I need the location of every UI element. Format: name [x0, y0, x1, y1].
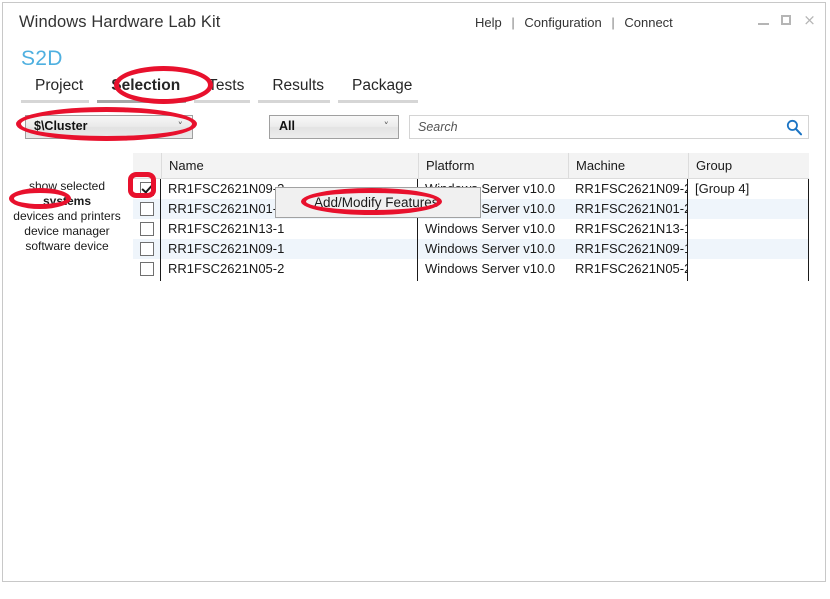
row-checkbox[interactable]	[140, 262, 154, 276]
tab-results-underline	[258, 100, 330, 103]
tab-package-underline	[338, 100, 418, 103]
table-row[interactable]: RR1FSC2621N13-1 Windows Server v10.0 RR1…	[133, 219, 809, 239]
cell-machine: RR1FSC2621N01-2	[568, 199, 688, 219]
cell-group	[688, 219, 809, 239]
configuration-link[interactable]: Configuration	[524, 15, 601, 30]
column-header-name[interactable]: Name	[161, 153, 418, 178]
help-link[interactable]: Help	[475, 15, 502, 30]
cell-platform: Windows Server v10.0	[418, 239, 568, 259]
tab-results-label: Results	[272, 77, 324, 94]
tab-project-underline	[21, 100, 89, 103]
cluster-dropdown-value: $\Cluster	[34, 119, 88, 133]
context-menu: Add/Modify Features	[275, 187, 481, 218]
cell-name: RR1FSC2621N05-2	[161, 259, 418, 279]
tab-bar: Project Selection Tests Results Package	[21, 77, 426, 105]
tab-package-label: Package	[352, 77, 412, 94]
column-divider-machine	[687, 179, 688, 281]
tab-selection-underline	[97, 100, 186, 103]
cell-machine: RR1FSC2621N13-1	[568, 219, 688, 239]
column-header-group[interactable]: Group	[688, 153, 809, 178]
table-row[interactable]: RR1FSC2621N09-1 Windows Server v10.0 RR1…	[133, 239, 809, 259]
tab-selection[interactable]: Selection	[97, 77, 194, 103]
window-controls: ×	[756, 13, 817, 28]
scope-dropdown-value: All	[279, 119, 295, 133]
chevron-down-icon: ˅	[384, 120, 390, 134]
cell-machine: RR1FSC2621N09-1	[568, 239, 688, 259]
titlebar-menu: Help | Configuration | Connect	[475, 15, 673, 30]
cell-group	[688, 199, 809, 219]
menu-separator-2: |	[611, 15, 614, 30]
tab-tests-label: Tests	[208, 77, 244, 94]
row-checkbox[interactable]	[140, 182, 154, 196]
title-bar: Windows Hardware Lab Kit Help | Configur…	[3, 3, 825, 45]
close-icon[interactable]: ×	[802, 13, 817, 28]
column-header-select[interactable]	[133, 153, 161, 178]
application-window: Windows Hardware Lab Kit Help | Configur…	[2, 2, 826, 582]
cell-name: RR1FSC2621N09-1	[161, 239, 418, 259]
sidebar-item-device-manager[interactable]: device manager	[3, 224, 131, 239]
scope-dropdown[interactable]: All ˅	[269, 115, 399, 139]
table-header-row: Name Platform Machine Group	[133, 153, 809, 179]
column-header-platform[interactable]: Platform	[418, 153, 568, 178]
sidebar-item-software-device[interactable]: software device	[3, 239, 131, 254]
maximize-icon[interactable]	[779, 13, 794, 28]
tab-tests[interactable]: Tests	[194, 77, 258, 103]
context-menu-item-add-modify-features[interactable]: Add/Modify Features	[314, 195, 439, 210]
cell-group: [Group 4]	[688, 179, 809, 199]
tab-results[interactable]: Results	[258, 77, 338, 103]
tab-package[interactable]: Package	[338, 77, 426, 103]
row-checkbox[interactable]	[140, 242, 154, 256]
sidebar-item-systems[interactable]: systems	[3, 194, 131, 209]
cluster-dropdown[interactable]: $\Cluster ˅	[25, 115, 193, 139]
tab-tests-underline	[194, 100, 250, 103]
sidebar-item-show-selected[interactable]: show selected	[3, 179, 131, 194]
tab-project-label: Project	[35, 77, 83, 94]
search-input[interactable]	[410, 116, 778, 138]
minimize-icon[interactable]	[756, 13, 771, 28]
cell-name: RR1FSC2621N13-1	[161, 219, 418, 239]
menu-separator-1: |	[511, 15, 514, 30]
window-title: Windows Hardware Lab Kit	[19, 13, 220, 32]
project-name: S2D	[21, 47, 63, 71]
chevron-down-icon: ˅	[178, 120, 184, 134]
cell-group	[688, 259, 809, 279]
tab-project[interactable]: Project	[21, 77, 97, 103]
column-divider-select	[160, 179, 161, 281]
cell-machine: RR1FSC2621N09-2	[568, 179, 688, 199]
table-row[interactable]: RR1FSC2621N05-2 Windows Server v10.0 RR1…	[133, 259, 809, 279]
cell-platform: Windows Server v10.0	[418, 219, 568, 239]
tab-selection-label: Selection	[111, 77, 180, 94]
cell-platform: Windows Server v10.0	[418, 259, 568, 279]
table-right-edge	[808, 179, 809, 281]
column-header-machine[interactable]: Machine	[568, 153, 688, 178]
search-icon[interactable]	[785, 118, 803, 136]
cell-machine: RR1FSC2621N05-2	[568, 259, 688, 279]
sidebar: show selected systems devices and printe…	[3, 179, 131, 254]
connect-link[interactable]: Connect	[624, 15, 672, 30]
search-box	[409, 115, 809, 139]
row-checkbox[interactable]	[140, 202, 154, 216]
row-checkbox[interactable]	[140, 222, 154, 236]
cell-group	[688, 239, 809, 259]
sidebar-item-devices-and-printers[interactable]: devices and printers	[3, 209, 131, 224]
